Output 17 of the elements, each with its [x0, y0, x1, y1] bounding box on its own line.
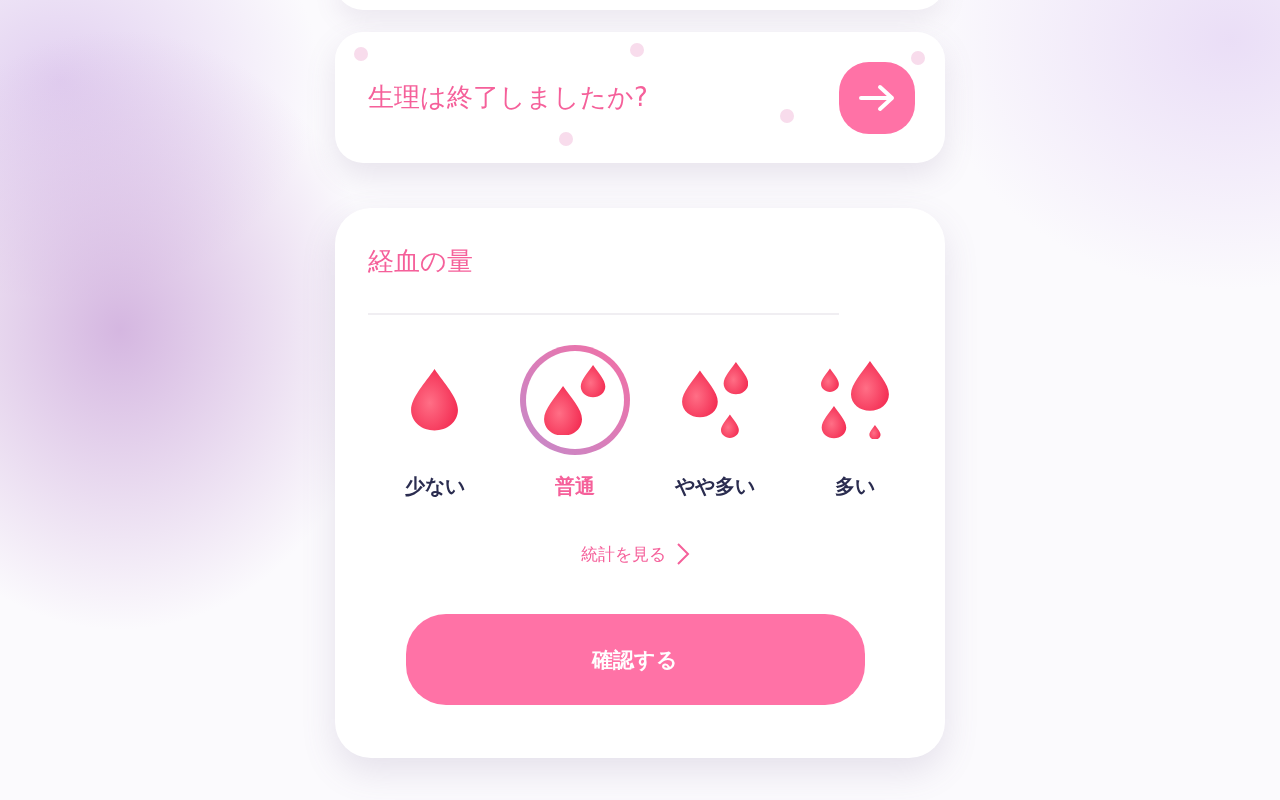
question-text: 生理は終了しましたか? [368, 81, 648, 114]
drops-icon [411, 369, 459, 431]
dot-decoration [911, 51, 925, 65]
dot-decoration [559, 132, 573, 146]
drops-icon [821, 360, 889, 440]
amount-option[interactable]: 多い [785, 345, 925, 500]
chevron-icon [675, 542, 690, 566]
amount-option[interactable]: 少ない [365, 345, 505, 500]
dot-decoration [630, 43, 644, 57]
drops-icon [681, 362, 749, 438]
card-title: 経血の量 [368, 245, 474, 278]
dot-decoration [354, 47, 368, 61]
dot-decoration [780, 109, 794, 123]
next-button[interactable] [839, 61, 915, 134]
arrow-icon [858, 83, 896, 112]
amount-option[interactable]: やや多い [645, 345, 785, 500]
drops-icon [544, 364, 606, 436]
